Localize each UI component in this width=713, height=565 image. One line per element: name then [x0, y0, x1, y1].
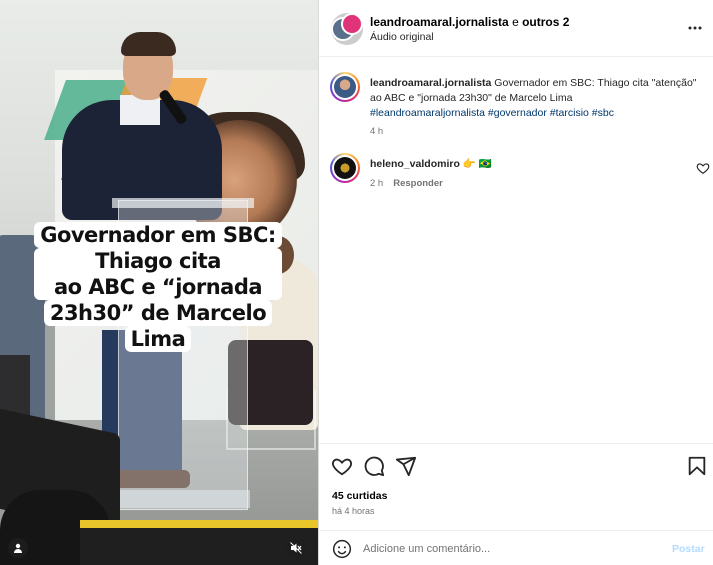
comment-input[interactable] [363, 538, 663, 560]
caption-hashtags[interactable]: #leandroamaraljornalista #governador #ta… [370, 107, 614, 119]
collab-avatars[interactable] [331, 13, 363, 45]
more-horizontal-icon [688, 26, 702, 30]
caption-line: 23h30” de Marcelo [43, 300, 273, 326]
author-username[interactable]: leandroamaral.jornalista [370, 15, 509, 29]
post-authors[interactable]: leandroamaral.jornalista e outros 2 [370, 15, 569, 29]
bookmark-icon[interactable] [686, 455, 708, 477]
post-details-panel: leandroamaral.jornalista e outros 2 Áudi… [318, 0, 713, 565]
comment-like-icon[interactable] [696, 161, 710, 175]
video-caption-overlay: Governador em SBC: Thiago cita “atenção”… [34, 212, 282, 354]
post-comment-button[interactable]: Postar [672, 543, 705, 555]
more-options-button[interactable] [685, 18, 705, 38]
caption-line: Lima [124, 326, 192, 352]
reply-button[interactable]: Responder [393, 178, 443, 189]
comment-body: 👉 🇧🇷 [459, 158, 492, 170]
audio-link[interactable]: Áudio original [370, 31, 434, 43]
caption-timestamp[interactable]: 4 h [370, 126, 383, 137]
author-connector: e [508, 15, 523, 29]
caption-line: ao ABC e “jornada [47, 274, 269, 300]
commenter-avatar[interactable] [330, 153, 360, 183]
comment: heleno_valdomiro 👉 🇧🇷 [370, 157, 492, 170]
comment-composer: Postar [319, 530, 713, 565]
caption-author-avatar[interactable] [330, 72, 360, 102]
caption-username[interactable]: leandroamaral.jornalista [370, 77, 491, 89]
mute-button[interactable] [286, 538, 306, 558]
comment-timestamp[interactable]: 2 h [370, 178, 383, 189]
muted-speaker-icon [290, 542, 302, 554]
commenter-username[interactable]: heleno_valdomiro [370, 158, 460, 170]
person-icon [14, 543, 22, 553]
post-header: leandroamaral.jornalista e outros 2 Áudi… [319, 0, 713, 57]
other-authors-link[interactable]: outros 2 [522, 15, 569, 29]
video-player[interactable]: Governador em SBC: Thiago cita “atenção”… [0, 0, 318, 565]
comment-icon[interactable] [363, 455, 385, 477]
comment-meta: 2 h Responder [370, 178, 443, 189]
likes-count[interactable]: 45 curtidas [332, 490, 387, 502]
instagram-post-dialog: Governador em SBC: Thiago cita “atenção”… [0, 0, 713, 565]
emoji-icon[interactable] [332, 539, 352, 559]
share-icon[interactable] [395, 455, 417, 477]
post-age[interactable]: há 4 horas [332, 506, 375, 516]
tagged-users-button[interactable] [8, 538, 28, 558]
post-caption: leandroamaral.jornalista Governador em S… [370, 76, 700, 121]
caption-line: Governador em SBC: [34, 222, 282, 248]
post-actions: 45 curtidas há 4 horas [319, 443, 713, 530]
heart-icon[interactable] [331, 455, 353, 477]
